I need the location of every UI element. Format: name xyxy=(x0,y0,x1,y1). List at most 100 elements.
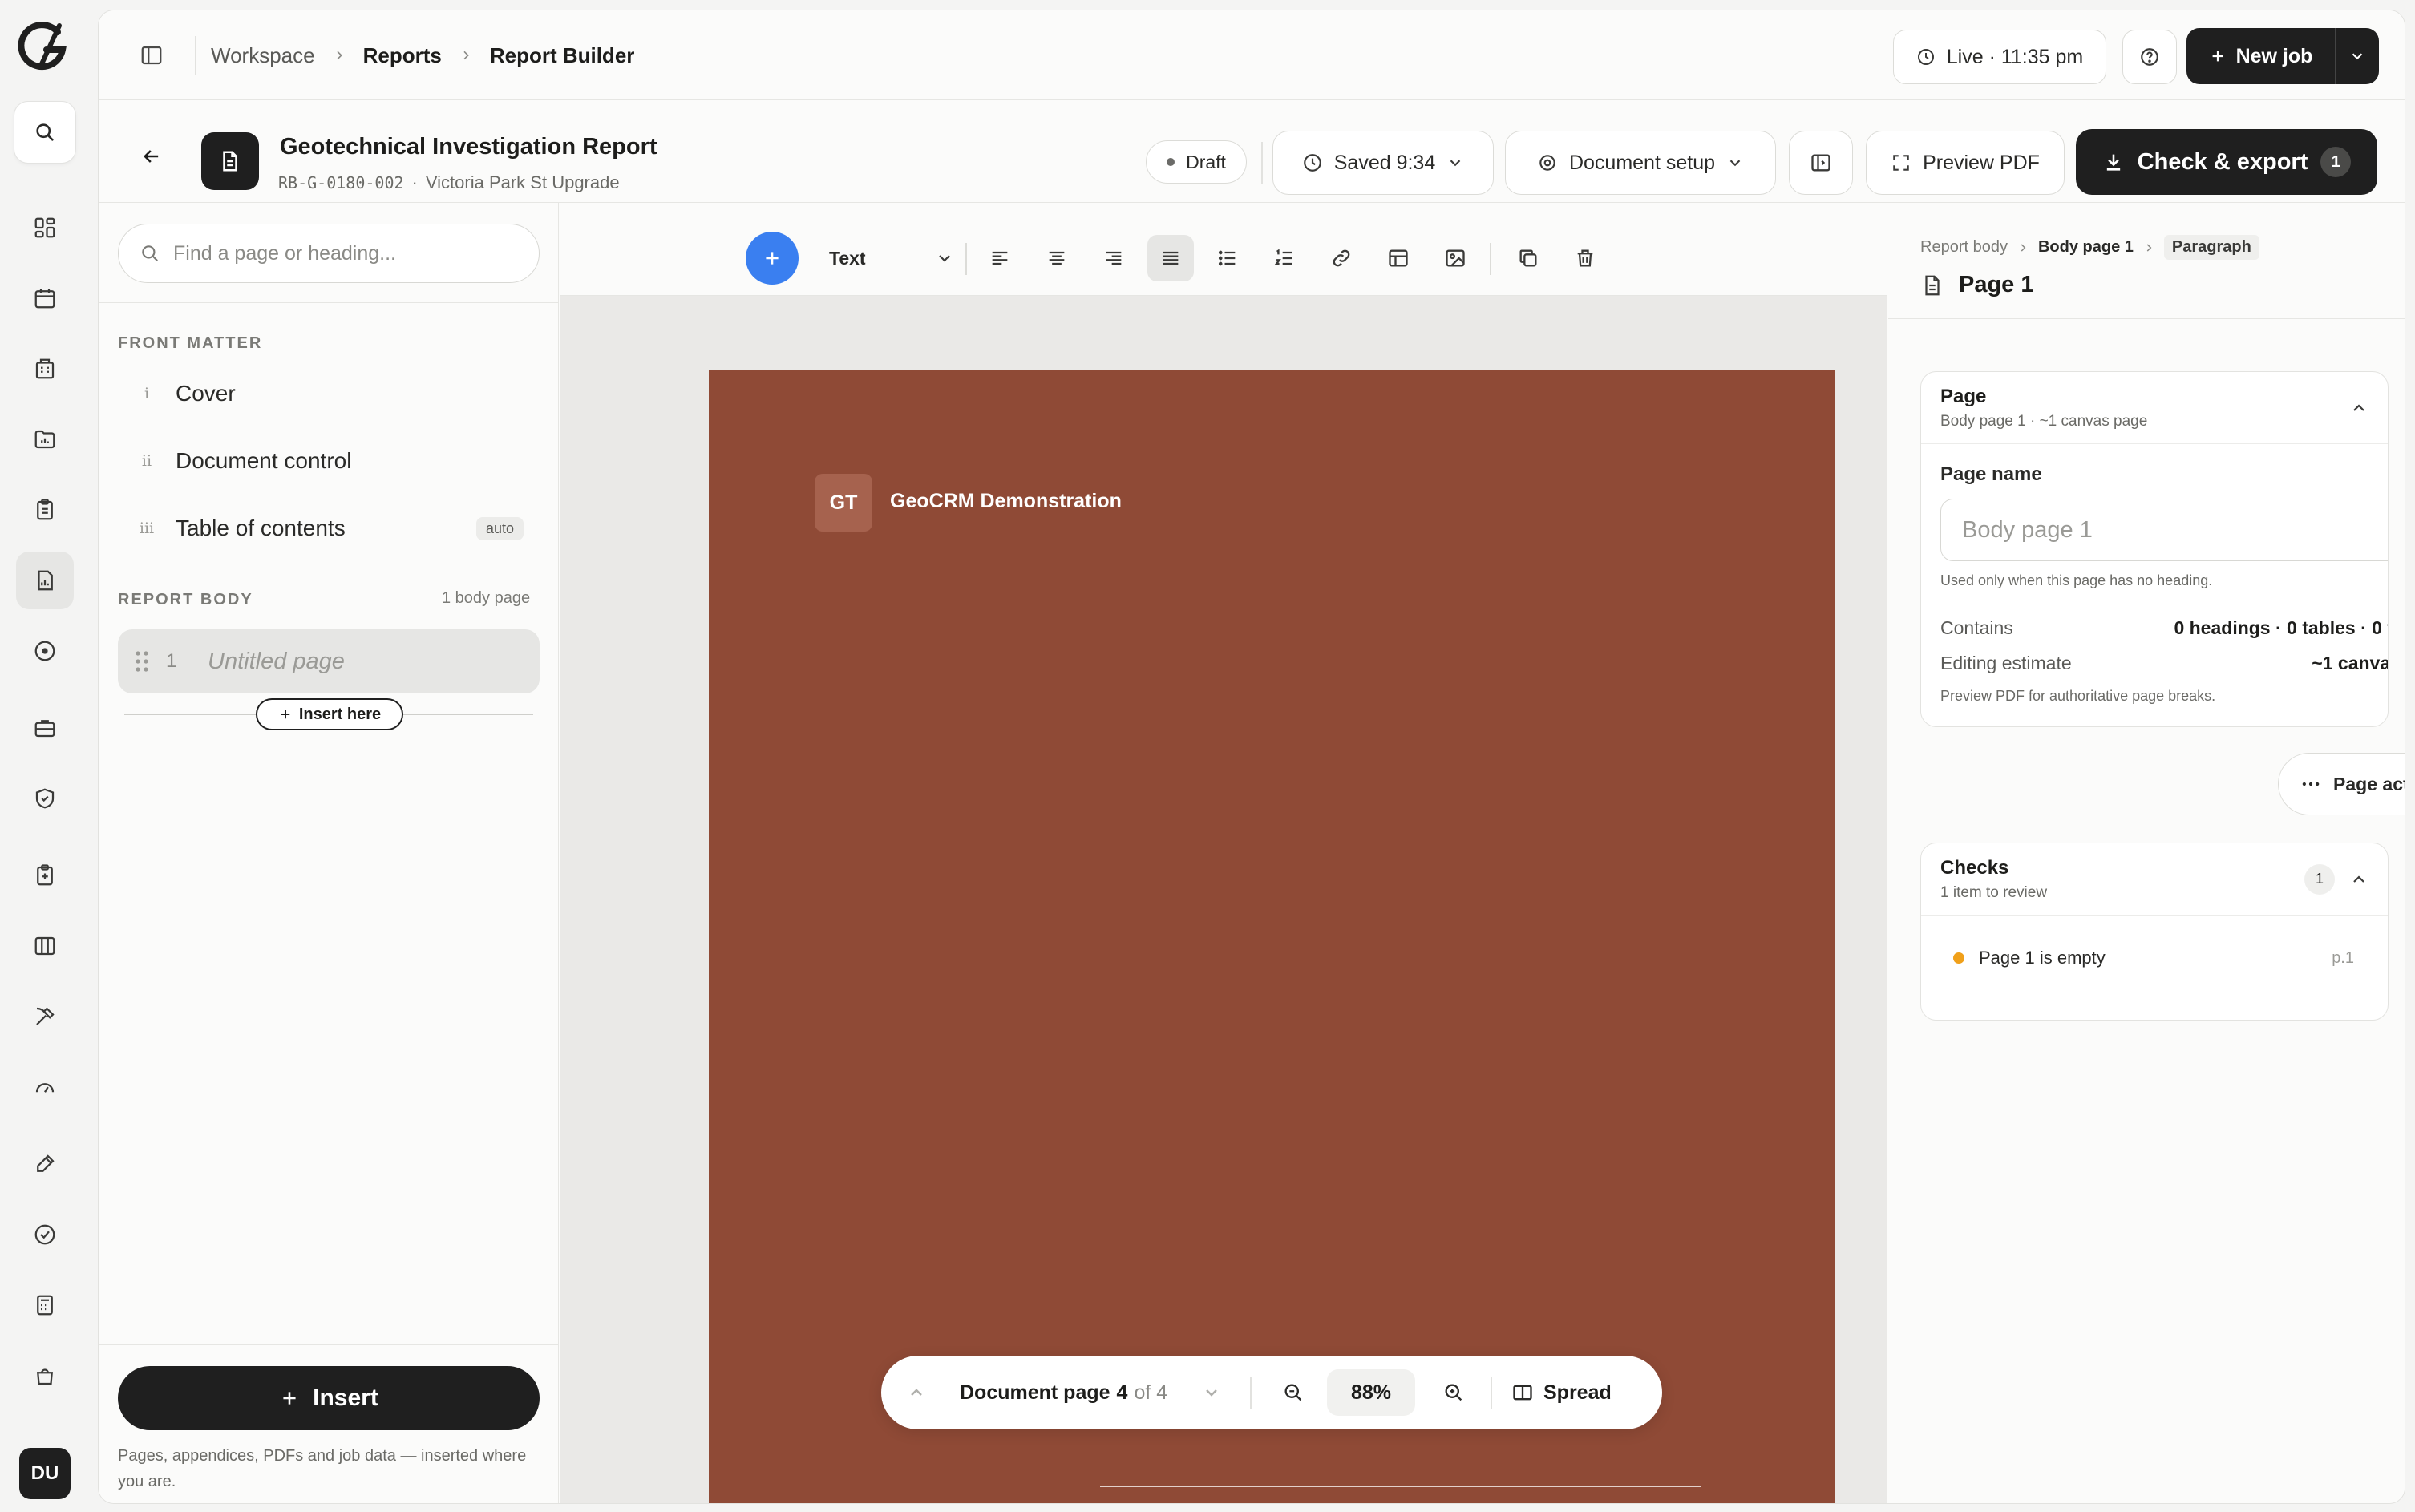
align-right-icon[interactable] xyxy=(1090,235,1137,281)
crumb-paragraph: Paragraph xyxy=(2163,235,2259,260)
inspector-panel: Report body Body page 1 Paragraph Page 1… xyxy=(1888,203,2405,1503)
book-open-icon xyxy=(1511,1381,1534,1404)
checks-card-header[interactable]: Checks 1 item to review 1 xyxy=(1921,843,2388,916)
align-left-icon[interactable] xyxy=(977,235,1023,281)
search-icon[interactable] xyxy=(14,101,76,164)
zoom-in-icon[interactable] xyxy=(1442,1381,1465,1404)
page-search-input[interactable]: Find a page or heading... xyxy=(118,224,540,283)
page-card-title: Page xyxy=(1940,385,1987,407)
tools-icon[interactable] xyxy=(16,988,74,1045)
trash-icon[interactable] xyxy=(1562,235,1608,281)
estimate-hint: Preview PDF for authoritative page break… xyxy=(1940,688,2216,704)
chevron-right-icon xyxy=(2017,242,2029,253)
align-justify-icon[interactable] xyxy=(1147,235,1194,281)
table-icon[interactable] xyxy=(1375,235,1422,281)
duplicate-icon[interactable] xyxy=(1505,235,1551,281)
calendar-icon[interactable] xyxy=(16,269,74,327)
page-name-placeholder: Body page 1 xyxy=(1962,516,2093,543)
page-indicator-label: Document page xyxy=(960,1381,1110,1404)
document-title: Geotechnical Investigation Report xyxy=(280,134,657,160)
gauge-icon[interactable] xyxy=(16,1058,74,1116)
check-export-button[interactable]: Check & export 1 xyxy=(2076,129,2377,195)
check-circle-icon[interactable] xyxy=(16,1206,74,1263)
page-card-header[interactable]: Page Body page 1 · ~1 canvas page xyxy=(1921,372,2388,444)
page-name-input[interactable]: Body page 1 xyxy=(1940,499,2388,561)
saved-label: Saved 9:34 xyxy=(1333,151,1436,174)
body-page-item[interactable]: 1 Untitled page xyxy=(118,629,540,693)
sidebar-toggle-icon[interactable] xyxy=(134,38,169,73)
image-icon[interactable] xyxy=(1432,235,1479,281)
clipboard-plus-icon[interactable] xyxy=(16,847,74,904)
target-icon[interactable] xyxy=(16,622,74,680)
columns-icon[interactable] xyxy=(16,917,74,975)
item-number: ii xyxy=(141,452,152,470)
back-arrow-icon[interactable] xyxy=(136,140,168,172)
preview-pdf-button[interactable]: Preview PDF xyxy=(1866,131,2065,195)
app-logo[interactable] xyxy=(18,21,69,72)
saved-history-button[interactable]: Saved 9:34 xyxy=(1272,131,1494,195)
item-number: i xyxy=(144,385,150,402)
align-center-icon[interactable] xyxy=(1034,235,1080,281)
add-block-button[interactable] xyxy=(746,232,799,285)
chevron-up-icon[interactable] xyxy=(2349,870,2368,889)
live-clock-button[interactable]: Live · 11:35 pm xyxy=(1893,30,2106,84)
breadcrumb-reports[interactable]: Reports xyxy=(363,43,442,68)
crumb-body-page[interactable]: Body page 1 xyxy=(2038,238,2134,257)
help-button[interactable] xyxy=(2122,30,2177,84)
block-style-select[interactable]: Text xyxy=(818,235,954,281)
document-page[interactable]: GT GeoCRM Demonstration xyxy=(709,370,1835,1503)
breadcrumb-report-builder: Report Builder xyxy=(489,42,635,67)
folder-chart-icon[interactable] xyxy=(16,410,74,468)
front-matter-item-cover[interactable]: i Cover xyxy=(118,363,540,424)
check-item[interactable]: Page 1 is empty p.1 xyxy=(1953,948,2354,968)
help-icon xyxy=(2139,46,2160,67)
pen-icon[interactable] xyxy=(16,1135,74,1193)
page-footer-rule xyxy=(1100,1486,1701,1487)
insert-here-button[interactable]: Insert here xyxy=(256,698,403,730)
breadcrumb-workspace[interactable]: Workspace xyxy=(211,43,315,68)
inspector-title: Page 1 xyxy=(1920,272,2034,298)
link-icon[interactable] xyxy=(1318,235,1365,281)
report-icon[interactable] xyxy=(16,552,74,609)
shield-icon[interactable] xyxy=(16,770,74,827)
front-matter-item-toc[interactable]: iii Table of contents auto xyxy=(118,498,540,559)
chevron-up-icon[interactable] xyxy=(907,1383,926,1402)
new-job-button[interactable]: New job xyxy=(2186,28,2336,84)
drag-handle-icon[interactable] xyxy=(118,650,166,673)
building-icon[interactable] xyxy=(16,340,74,398)
insert-button[interactable]: Insert xyxy=(118,1366,540,1430)
item-number: iii xyxy=(139,519,155,537)
chevron-up-icon[interactable] xyxy=(2349,398,2368,418)
outline-panel: Find a page or heading... FRONT MATTER i… xyxy=(99,203,559,1503)
clipboard-icon[interactable] xyxy=(16,481,74,539)
clock-icon xyxy=(1302,152,1323,173)
split-view-button[interactable] xyxy=(1789,131,1853,195)
briefcase-icon[interactable] xyxy=(16,699,74,757)
divider xyxy=(195,36,196,75)
front-matter-item-document-control[interactable]: ii Document control xyxy=(118,431,540,491)
crumb-report-body[interactable]: Report body xyxy=(1920,238,2008,257)
page-title: Untitled page xyxy=(208,648,345,674)
zoom-out-icon[interactable] xyxy=(1282,1381,1305,1404)
chevron-down-icon[interactable] xyxy=(1202,1383,1221,1402)
plus-icon xyxy=(2209,47,2227,65)
user-avatar[interactable]: DU xyxy=(19,1448,71,1499)
bag-icon[interactable] xyxy=(16,1347,74,1405)
page-actions-button[interactable]: Page actions xyxy=(2278,753,2405,815)
bullet-list-icon[interactable] xyxy=(1204,235,1251,281)
numbered-list-icon[interactable] xyxy=(1261,235,1308,281)
new-job-dropdown[interactable] xyxy=(2336,28,2379,84)
dashboard-icon[interactable] xyxy=(16,199,74,257)
zoom-level[interactable]: 88% xyxy=(1327,1369,1415,1416)
spread-toggle[interactable]: Spread xyxy=(1511,1356,1612,1429)
page-indicator-current: 4 xyxy=(1116,1381,1128,1404)
checks-title: Checks xyxy=(1940,856,2009,879)
document-setup-button[interactable]: Document setup xyxy=(1505,131,1776,195)
divider xyxy=(99,302,559,303)
check-item-page: p.1 xyxy=(2332,948,2354,967)
calculator-icon[interactable] xyxy=(16,1276,74,1334)
page-settings-card: Page Body page 1 · ~1 canvas page Page n… xyxy=(1920,371,2389,727)
item-label: Cover xyxy=(176,381,236,406)
top-bar: Workspace Reports Report Builder Live · … xyxy=(99,10,2405,100)
page-indicator: Document page 4 of 4 xyxy=(960,1356,1167,1429)
